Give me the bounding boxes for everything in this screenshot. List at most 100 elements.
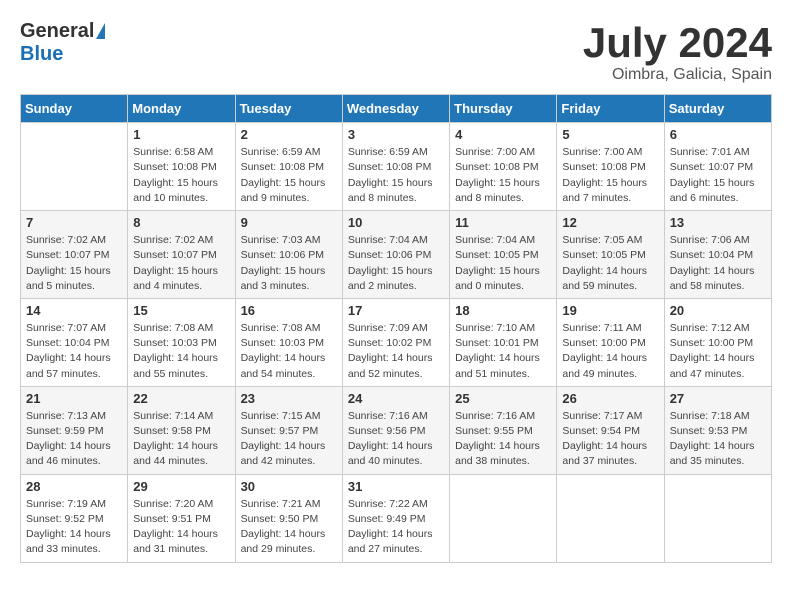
day-number: 23 xyxy=(241,391,337,406)
day-info: Sunrise: 7:04 AM Sunset: 10:05 PM Daylig… xyxy=(455,233,551,294)
calendar-cell: 3 Sunrise: 6:59 AM Sunset: 10:08 PM Dayli… xyxy=(342,123,449,211)
day-number: 2 xyxy=(241,127,337,142)
calendar-cell: 2 Sunrise: 6:59 AM Sunset: 10:08 PM Dayli… xyxy=(235,123,342,211)
calendar-cell: 19 Sunrise: 7:11 AM Sunset: 10:00 PM Dayl… xyxy=(557,298,664,386)
weekday-header: Wednesday xyxy=(342,95,449,123)
calendar-cell xyxy=(21,123,128,211)
day-info: Sunrise: 7:01 AM Sunset: 10:07 PM Daylig… xyxy=(670,145,766,206)
day-number: 20 xyxy=(670,303,766,318)
day-info: Sunrise: 7:00 AM Sunset: 10:08 PM Daylig… xyxy=(562,145,658,206)
calendar-header-row: SundayMondayTuesdayWednesdayThursdayFrid… xyxy=(21,95,772,123)
calendar-cell: 27Sunrise: 7:18 AM Sunset: 9:53 PM Dayli… xyxy=(664,386,771,474)
calendar-cell: 15 Sunrise: 7:08 AM Sunset: 10:03 PM Dayl… xyxy=(128,298,235,386)
weekday-header: Thursday xyxy=(450,95,557,123)
calendar-cell: 9 Sunrise: 7:03 AM Sunset: 10:06 PM Dayli… xyxy=(235,211,342,299)
calendar-cell: 25 Sunrise: 7:16 AM Sunset: 9:55 PM Dayli… xyxy=(450,386,557,474)
calendar-cell: 13Sunrise: 7:06 AM Sunset: 10:04 PM Dayl… xyxy=(664,211,771,299)
day-number: 22 xyxy=(133,391,229,406)
weekday-header: Sunday xyxy=(21,95,128,123)
day-number: 12 xyxy=(562,215,658,230)
day-number: 11 xyxy=(455,215,551,230)
calendar-body: 1 Sunrise: 6:58 AM Sunset: 10:08 PM Dayli… xyxy=(21,123,772,562)
calendar-cell: 30 Sunrise: 7:21 AM Sunset: 9:50 PM Dayli… xyxy=(235,474,342,562)
day-info: Sunrise: 7:00 AM Sunset: 10:08 PM Daylig… xyxy=(455,145,551,206)
calendar-cell: 14 Sunrise: 7:07 AM Sunset: 10:04 PM Dayl… xyxy=(21,298,128,386)
day-info: Sunrise: 7:21 AM Sunset: 9:50 PM Dayligh… xyxy=(241,497,337,558)
day-number: 27 xyxy=(670,391,766,406)
day-number: 3 xyxy=(348,127,444,142)
calendar-cell: 17Sunrise: 7:09 AM Sunset: 10:02 PM Dayl… xyxy=(342,298,449,386)
day-info: Sunrise: 7:03 AM Sunset: 10:06 PM Daylig… xyxy=(241,233,337,294)
day-number: 28 xyxy=(26,479,122,494)
day-number: 8 xyxy=(133,215,229,230)
calendar-week-row: 1 Sunrise: 6:58 AM Sunset: 10:08 PM Dayli… xyxy=(21,123,772,211)
day-info: Sunrise: 7:09 AM Sunset: 10:02 PM Daylig… xyxy=(348,321,444,382)
day-info: Sunrise: 7:16 AM Sunset: 9:55 PM Dayligh… xyxy=(455,409,551,470)
day-number: 6 xyxy=(670,127,766,142)
day-number: 9 xyxy=(241,215,337,230)
day-info: Sunrise: 7:14 AM Sunset: 9:58 PM Dayligh… xyxy=(133,409,229,470)
day-number: 14 xyxy=(26,303,122,318)
calendar-week-row: 28 Sunrise: 7:19 AM Sunset: 9:52 PM Dayli… xyxy=(21,474,772,562)
day-number: 7 xyxy=(26,215,122,230)
logo-general-text: General xyxy=(20,20,94,43)
day-info: Sunrise: 7:04 AM Sunset: 10:06 PM Daylig… xyxy=(348,233,444,294)
calendar-cell xyxy=(557,474,664,562)
calendar-cell: 11 Sunrise: 7:04 AM Sunset: 10:05 PM Dayl… xyxy=(450,211,557,299)
calendar-cell: 23 Sunrise: 7:15 AM Sunset: 9:57 PM Dayli… xyxy=(235,386,342,474)
logo: General Blue xyxy=(20,20,105,66)
day-info: Sunrise: 7:13 AM Sunset: 9:59 PM Dayligh… xyxy=(26,409,122,470)
day-number: 10 xyxy=(348,215,444,230)
day-number: 15 xyxy=(133,303,229,318)
calendar-cell: 5 Sunrise: 7:00 AM Sunset: 10:08 PM Dayli… xyxy=(557,123,664,211)
day-info: Sunrise: 6:59 AM Sunset: 10:08 PM Daylig… xyxy=(348,145,444,206)
day-number: 5 xyxy=(562,127,658,142)
calendar-cell xyxy=(450,474,557,562)
day-info: Sunrise: 7:05 AM Sunset: 10:05 PM Daylig… xyxy=(562,233,658,294)
weekday-header: Friday xyxy=(557,95,664,123)
day-info: Sunrise: 7:02 AM Sunset: 10:07 PM Daylig… xyxy=(133,233,229,294)
logo-blue-text: Blue xyxy=(20,43,63,66)
day-info: Sunrise: 7:10 AM Sunset: 10:01 PM Daylig… xyxy=(455,321,551,382)
calendar-cell: 10 Sunrise: 7:04 AM Sunset: 10:06 PM Dayl… xyxy=(342,211,449,299)
calendar-cell: 7Sunrise: 7:02 AM Sunset: 10:07 PM Dayli… xyxy=(21,211,128,299)
day-info: Sunrise: 6:59 AM Sunset: 10:08 PM Daylig… xyxy=(241,145,337,206)
day-number: 19 xyxy=(562,303,658,318)
day-number: 1 xyxy=(133,127,229,142)
day-info: Sunrise: 7:19 AM Sunset: 9:52 PM Dayligh… xyxy=(26,497,122,558)
calendar-table: SundayMondayTuesdayWednesdayThursdayFrid… xyxy=(20,94,772,562)
weekday-header: Monday xyxy=(128,95,235,123)
calendar-cell xyxy=(664,474,771,562)
day-number: 26 xyxy=(562,391,658,406)
day-number: 21 xyxy=(26,391,122,406)
calendar-cell: 8 Sunrise: 7:02 AM Sunset: 10:07 PM Dayli… xyxy=(128,211,235,299)
calendar-cell: 31Sunrise: 7:22 AM Sunset: 9:49 PM Dayli… xyxy=(342,474,449,562)
day-info: Sunrise: 7:22 AM Sunset: 9:49 PM Dayligh… xyxy=(348,497,444,558)
day-number: 25 xyxy=(455,391,551,406)
day-info: Sunrise: 7:15 AM Sunset: 9:57 PM Dayligh… xyxy=(241,409,337,470)
weekday-header: Saturday xyxy=(664,95,771,123)
calendar-cell: 29Sunrise: 7:20 AM Sunset: 9:51 PM Dayli… xyxy=(128,474,235,562)
location: Oimbra, Galicia, Spain xyxy=(583,66,772,84)
day-info: Sunrise: 7:07 AM Sunset: 10:04 PM Daylig… xyxy=(26,321,122,382)
day-number: 16 xyxy=(241,303,337,318)
day-number: 4 xyxy=(455,127,551,142)
day-number: 18 xyxy=(455,303,551,318)
weekday-header: Tuesday xyxy=(235,95,342,123)
day-number: 30 xyxy=(241,479,337,494)
calendar-week-row: 14 Sunrise: 7:07 AM Sunset: 10:04 PM Dayl… xyxy=(21,298,772,386)
day-info: Sunrise: 7:11 AM Sunset: 10:00 PM Daylig… xyxy=(562,321,658,382)
page-header: General Blue July 2024 Oimbra, Galicia, … xyxy=(20,20,772,84)
logo-triangle-icon xyxy=(96,23,105,39)
day-info: Sunrise: 7:12 AM Sunset: 10:00 PM Daylig… xyxy=(670,321,766,382)
calendar-cell: 6 Sunrise: 7:01 AM Sunset: 10:07 PM Dayli… xyxy=(664,123,771,211)
day-info: Sunrise: 7:20 AM Sunset: 9:51 PM Dayligh… xyxy=(133,497,229,558)
calendar-cell: 24Sunrise: 7:16 AM Sunset: 9:56 PM Dayli… xyxy=(342,386,449,474)
day-info: Sunrise: 7:17 AM Sunset: 9:54 PM Dayligh… xyxy=(562,409,658,470)
day-info: Sunrise: 7:08 AM Sunset: 10:03 PM Daylig… xyxy=(133,321,229,382)
day-info: Sunrise: 6:58 AM Sunset: 10:08 PM Daylig… xyxy=(133,145,229,206)
calendar-cell: 21 Sunrise: 7:13 AM Sunset: 9:59 PM Dayli… xyxy=(21,386,128,474)
day-info: Sunrise: 7:06 AM Sunset: 10:04 PM Daylig… xyxy=(670,233,766,294)
calendar-cell: 20 Sunrise: 7:12 AM Sunset: 10:00 PM Dayl… xyxy=(664,298,771,386)
title-area: July 2024 Oimbra, Galicia, Spain xyxy=(583,20,772,84)
